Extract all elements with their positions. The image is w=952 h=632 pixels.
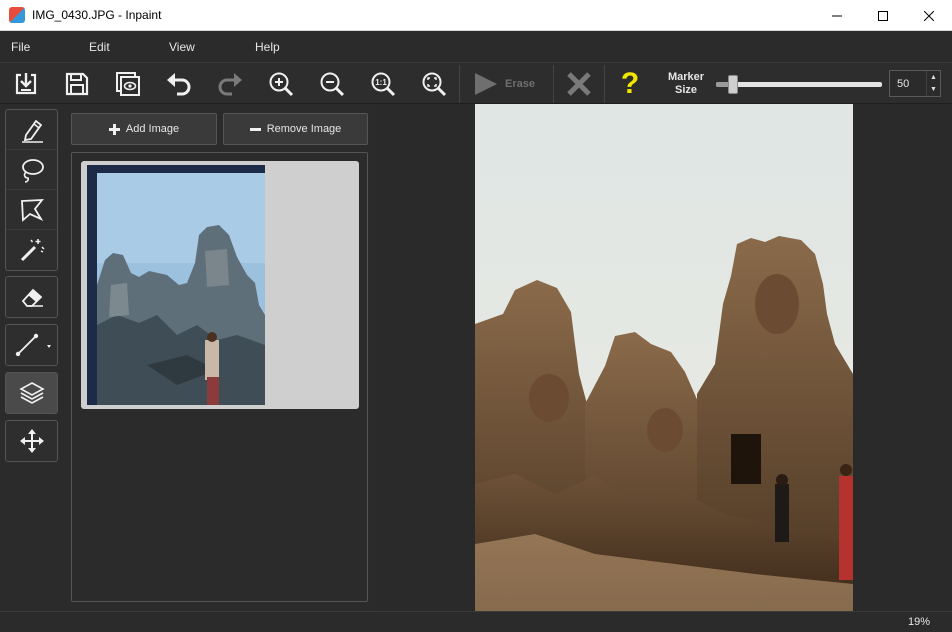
- redo-button[interactable]: [213, 67, 247, 101]
- minimize-button[interactable]: [814, 0, 860, 31]
- remove-image-button[interactable]: Remove Image: [223, 113, 368, 145]
- zoom-level: 19%: [907, 616, 930, 628]
- play-icon: [475, 73, 497, 95]
- image-thumbnail: [87, 165, 265, 405]
- marker-pen-icon: [21, 119, 43, 143]
- working-image[interactable]: [475, 104, 853, 611]
- maximize-button[interactable]: [860, 0, 906, 31]
- zoom-actual-size-button[interactable]: 1:1: [366, 67, 400, 101]
- marker-label-line2: Size: [674, 84, 697, 96]
- spin-down-button[interactable]: ▼: [927, 84, 940, 97]
- status-bar: 19%: [0, 611, 952, 632]
- help-question-icon: ?: [620, 67, 640, 100]
- undo-icon: [167, 73, 191, 96]
- open-image-button[interactable]: [9, 67, 43, 101]
- close-icon: [924, 10, 934, 21]
- line-segment-icon: [15, 333, 51, 357]
- zoom-fit-button[interactable]: [417, 67, 451, 101]
- zoom-actual-size-icon: 1:1: [371, 72, 396, 97]
- marker-label-line1: Marker: [667, 71, 705, 83]
- zoom-in-button[interactable]: [264, 67, 298, 101]
- eraser-icon: [21, 288, 43, 307]
- menu-view[interactable]: View: [158, 40, 244, 54]
- minimize-icon: [832, 15, 842, 16]
- erase-label: Erase: [505, 78, 535, 90]
- save-icon: [65, 72, 89, 96]
- move-tool-group: [5, 420, 58, 462]
- pan-tool-button[interactable]: [6, 421, 57, 461]
- spin-up-button[interactable]: ▲: [927, 71, 940, 84]
- menu-file[interactable]: File: [0, 40, 78, 54]
- zoom-fit-icon: [422, 72, 447, 97]
- caret-up-icon: ▲: [930, 73, 937, 81]
- marker-size-slider[interactable]: [716, 75, 882, 94]
- open-download-icon: [15, 73, 37, 95]
- eraser-tool-group: [5, 276, 58, 318]
- eraser-tool-button[interactable]: [6, 277, 57, 317]
- polygon-lasso-tool-button[interactable]: [6, 190, 57, 230]
- temple-thumbnail-art: [87, 165, 265, 405]
- zoom-actual-label: 1:1: [375, 78, 387, 87]
- spin-arrows: ▲ ▼: [926, 71, 940, 96]
- image-canvas[interactable]: [377, 104, 952, 611]
- menu-edit[interactable]: Edit: [78, 40, 158, 54]
- marker-size-spinbox[interactable]: ▲ ▼: [889, 70, 941, 97]
- tool-palette: [0, 104, 63, 611]
- close-button[interactable]: [906, 0, 952, 31]
- add-image-button[interactable]: Add Image: [71, 113, 217, 145]
- zoom-out-icon: [320, 72, 345, 97]
- preview-icon: [116, 72, 140, 96]
- image-thumbnail-card[interactable]: [81, 161, 359, 409]
- toolbar-separator: [604, 65, 605, 103]
- cancel-button[interactable]: [562, 67, 596, 101]
- window-title: IMG_0430.JPG - Inpaint: [32, 8, 162, 22]
- zoom-in-icon: [269, 72, 294, 97]
- selection-tools: [5, 109, 58, 271]
- marker-tool-button[interactable]: [6, 110, 57, 150]
- magic-wand-tool-button[interactable]: [6, 230, 57, 270]
- polygon-lasso-icon: [20, 198, 44, 222]
- lasso-tool-button[interactable]: [6, 150, 57, 190]
- toolbar-separator: [553, 65, 554, 103]
- menu-bar: File Edit View Help: [0, 31, 952, 62]
- plus-icon: [108, 123, 120, 135]
- layers-icon: [18, 382, 45, 404]
- marker-size-slider-handle[interactable]: [728, 75, 738, 94]
- save-button[interactable]: [60, 67, 94, 101]
- marker-size-label: Marker Size: [662, 71, 710, 97]
- menu-help[interactable]: Help: [244, 40, 291, 54]
- undo-button[interactable]: [162, 67, 196, 101]
- maximize-icon: [878, 10, 888, 21]
- app-icon: [9, 7, 25, 23]
- title-bar: IMG_0430.JPG - Inpaint: [0, 0, 952, 31]
- caret-down-icon: ▼: [930, 86, 937, 94]
- erase-button[interactable]: Erase: [465, 67, 545, 101]
- minus-icon: [249, 127, 261, 131]
- toolbar: 1:1 Erase ? Marker Size: [0, 62, 952, 104]
- marker-size-input[interactable]: [890, 71, 926, 96]
- temple-photo-art: [475, 104, 853, 611]
- zoom-out-button[interactable]: [315, 67, 349, 101]
- toolbar-separator: [459, 65, 460, 103]
- preview-button[interactable]: [111, 67, 145, 101]
- help-button[interactable]: ?: [613, 67, 647, 101]
- magic-wand-icon: [20, 239, 45, 262]
- lasso-icon: [21, 158, 44, 183]
- window-controls: [814, 0, 952, 31]
- line-tool-button[interactable]: [6, 325, 57, 365]
- remove-image-label: Remove Image: [266, 123, 342, 135]
- line-tool-group: [5, 324, 58, 366]
- multi-view-tool-button[interactable]: [6, 373, 57, 413]
- add-image-label: Add Image: [125, 123, 180, 135]
- image-list-panel: [71, 152, 368, 602]
- move-arrows-icon: [19, 429, 44, 453]
- redo-icon: [218, 73, 242, 96]
- layers-tool-group: [5, 372, 58, 414]
- cancel-x-icon: [567, 72, 591, 96]
